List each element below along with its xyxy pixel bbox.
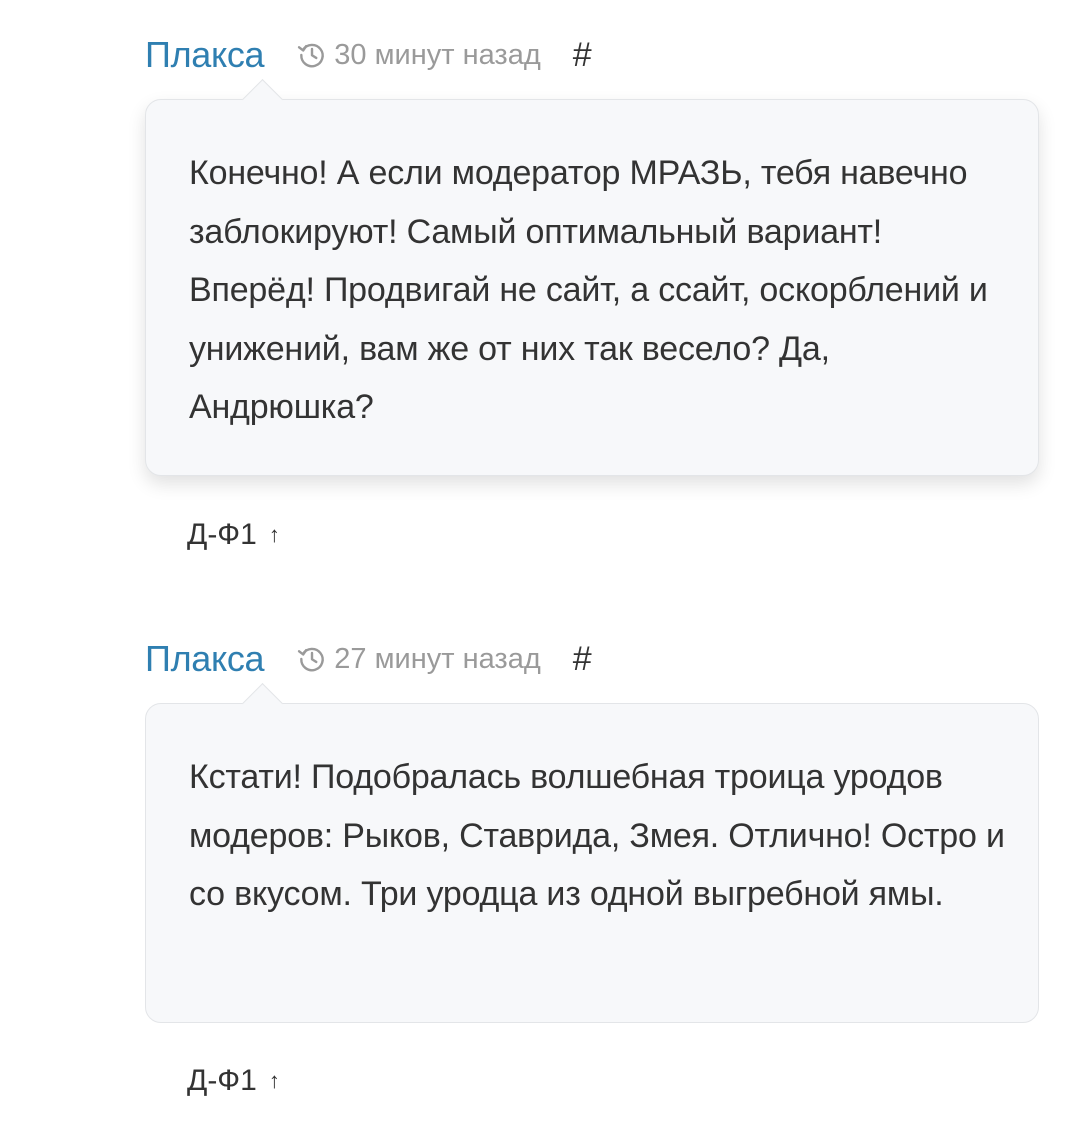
permalink-hash[interactable]: # <box>573 640 592 679</box>
timestamp: 30 минут назад <box>296 38 541 72</box>
arrow-up-icon: ↑ <box>268 1068 280 1093</box>
timestamp-text: 27 минут назад <box>334 642 541 675</box>
comment-bubble: Кстати! Подобралась волшебная троица уро… <box>145 682 1039 1023</box>
parent-comment-link[interactable]: Д-Ф1 ↑ <box>187 518 280 552</box>
author-link[interactable]: Плакса <box>145 638 265 680</box>
author-link[interactable]: Плакса <box>145 34 265 76</box>
permalink-hash[interactable]: # <box>573 36 592 75</box>
parent-label: Д-Ф1 <box>187 1064 257 1097</box>
comment-meta: Плакса 30 минут назад # <box>145 30 592 80</box>
arrow-up-icon: ↑ <box>268 522 280 547</box>
history-icon <box>298 43 325 68</box>
timestamp-text: 30 минут назад <box>334 38 541 71</box>
comment-text: Кстати! Подобралась волшебная троица уро… <box>189 758 1005 913</box>
comment-meta: Плакса 27 минут назад # <box>145 634 592 684</box>
comment-bubble: Конечно! А если модератор МРАЗЬ, тебя на… <box>145 78 1039 476</box>
history-icon <box>298 647 325 672</box>
parent-label: Д-Ф1 <box>187 518 257 551</box>
bubble-pointer <box>241 78 284 121</box>
parent-comment-link[interactable]: Д-Ф1 ↑ <box>187 1064 280 1098</box>
bubble-pointer <box>241 682 284 725</box>
timestamp: 27 минут назад <box>296 642 541 676</box>
comment-text: Конечно! А если модератор МРАЗЬ, тебя на… <box>189 154 988 426</box>
